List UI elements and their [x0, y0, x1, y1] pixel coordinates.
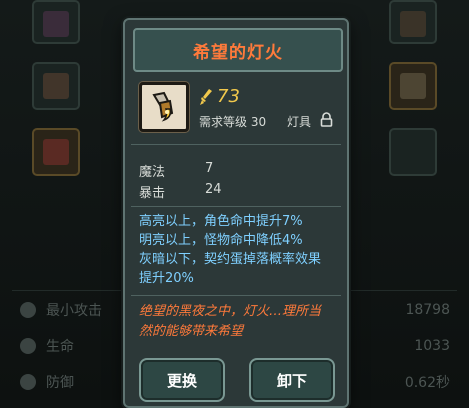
flavor-text-line: 然的能够带来希望 [139, 324, 244, 339]
bg-stat-value: 18798 [405, 302, 450, 318]
stat-value-crit: 24 [205, 182, 222, 197]
effect-line: 高亮以上，角色命中提升7% [139, 214, 303, 229]
stat-label-crit: 暴击 [139, 186, 166, 201]
item-detail-popup: 希望的灯火 73 需求等级 30 灯具 魔法 7 暴击 24 高亮以上，角色命中… [123, 18, 349, 408]
divider [131, 295, 341, 296]
equip-slot-boots[interactable] [32, 0, 80, 44]
item-title: 希望的灯火 [133, 28, 343, 72]
effect-line: 明亮以上，怪物命中降低4% [139, 233, 303, 248]
bg-stat-value: 1033 [414, 338, 450, 354]
heart-icon [20, 338, 36, 354]
lock-icon[interactable] [320, 112, 333, 131]
equip-slot-empty[interactable] [389, 128, 437, 176]
level-requirement: 需求等级 30 [199, 115, 267, 129]
power-score: 73 [199, 86, 240, 107]
divider [131, 144, 341, 145]
bg-stat-label: 最小攻击 [46, 303, 102, 319]
effect-line: 提升20% [139, 271, 194, 286]
divider [131, 206, 341, 207]
item-type: 灯具 [287, 115, 312, 129]
effect-line: 灰暗以下，契约蛋掉落概率效果 [139, 252, 322, 267]
bg-stat-value: 0.62秒 [404, 375, 450, 391]
stat-value-magic: 7 [205, 161, 214, 176]
unequip-button[interactable]: 卸下 [249, 358, 335, 402]
power-value: 73 [217, 86, 240, 107]
stat-label-magic: 魔法 [139, 165, 166, 180]
equip-slot-lamp[interactable] [389, 62, 437, 110]
lamp-icon [139, 82, 189, 132]
bg-stat-label: 生命 [46, 339, 74, 355]
replace-button[interactable]: 更换 [139, 358, 225, 402]
shield-icon [20, 374, 36, 390]
attack-icon [20, 302, 36, 318]
equip-slot-ring[interactable] [389, 0, 437, 44]
equip-slot-bracer[interactable] [32, 62, 80, 110]
equip-slot-armor[interactable] [32, 128, 80, 176]
bg-stat-label: 防御 [46, 375, 74, 391]
sword-power-icon [200, 88, 212, 105]
flavor-text-line: 绝望的黑夜之中，灯火…理所当 [139, 304, 322, 319]
